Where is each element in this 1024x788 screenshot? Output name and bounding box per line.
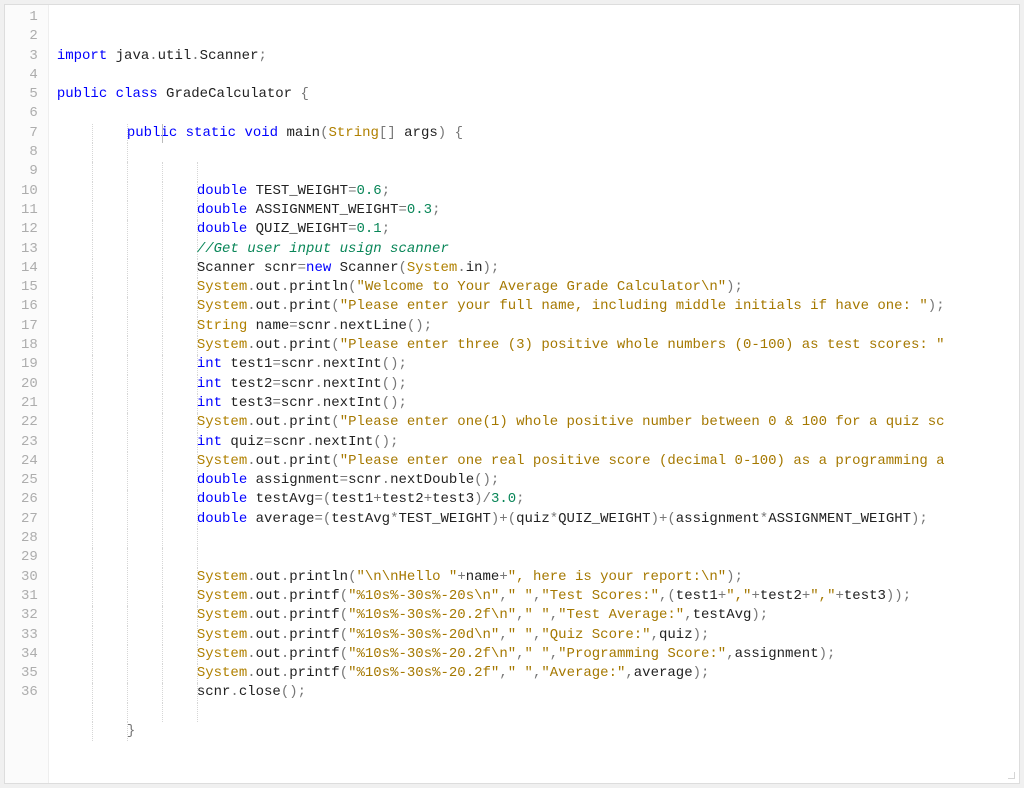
- code-line[interactable]: import java.util.Scanner;: [57, 47, 1019, 66]
- code-line[interactable]: System.out.print("Please enter one real …: [57, 452, 1019, 471]
- code-line[interactable]: System.out.printf("%10s%-30s%-20.2f\n","…: [57, 606, 1019, 625]
- code-line[interactable]: [57, 548, 1019, 567]
- line-number-gutter: 1 2 3 4 5 6 7 8 9 10 11 12 13 14 15 16 1…: [5, 5, 49, 783]
- code-line[interactable]: [57, 703, 1019, 722]
- code-line[interactable]: [57, 162, 1019, 181]
- code-line[interactable]: //Get user input usign scanner: [57, 240, 1019, 259]
- code-line[interactable]: [57, 66, 1019, 85]
- code-line[interactable]: int test2=scnr.nextInt();: [57, 375, 1019, 394]
- code-line[interactable]: String name=scnr.nextLine();: [57, 317, 1019, 336]
- resize-handle[interactable]: [1005, 769, 1015, 779]
- code-line[interactable]: System.out.printf("%10s%-30s%-20d\n"," "…: [57, 626, 1019, 645]
- code-line[interactable]: [57, 143, 1019, 162]
- code-line[interactable]: [57, 529, 1019, 548]
- code-line[interactable]: double testAvg=(test1+test2+test3)/3.0;: [57, 490, 1019, 509]
- code-line[interactable]: System.out.printf("%10s%-30s%-20.2f"," "…: [57, 664, 1019, 683]
- code-line[interactable]: double ASSIGNMENT_WEIGHT=0.3;: [57, 201, 1019, 220]
- code-line[interactable]: System.out.printf("%10s%-30s%-20s\n"," "…: [57, 587, 1019, 606]
- code-line[interactable]: double assignment=scnr.nextDouble();: [57, 471, 1019, 490]
- code-line[interactable]: double average=(testAvg*TEST_WEIGHT)+(qu…: [57, 510, 1019, 529]
- code-line[interactable]: System.out.print("Please enter one(1) wh…: [57, 413, 1019, 432]
- code-line[interactable]: scnr.close();: [57, 683, 1019, 702]
- code-editor[interactable]: 1 2 3 4 5 6 7 8 9 10 11 12 13 14 15 16 1…: [4, 4, 1020, 784]
- code-line[interactable]: System.out.print("Please enter three (3)…: [57, 336, 1019, 355]
- code-line[interactable]: Scanner scnr=new Scanner(System.in);: [57, 259, 1019, 278]
- code-line[interactable]: public static void main(String[] args) {: [57, 124, 1019, 143]
- code-line[interactable]: System.out.println("Welcome to Your Aver…: [57, 278, 1019, 297]
- code-line[interactable]: }: [57, 722, 1019, 741]
- code-line[interactable]: int quiz=scnr.nextInt();: [57, 433, 1019, 452]
- code-line[interactable]: int test3=scnr.nextInt();: [57, 394, 1019, 413]
- code-line[interactable]: [57, 104, 1019, 123]
- code-line[interactable]: double TEST_WEIGHT=0.6;: [57, 182, 1019, 201]
- code-line[interactable]: System.out.printf("%10s%-30s%-20.2f\n","…: [57, 645, 1019, 664]
- code-line[interactable]: public class GradeCalculator {: [57, 85, 1019, 104]
- code-line[interactable]: double QUIZ_WEIGHT=0.1;: [57, 220, 1019, 239]
- code-area[interactable]: import java.util.Scanner; public class G…: [49, 5, 1019, 783]
- code-line[interactable]: System.out.println("\n\nHello "+name+", …: [57, 568, 1019, 587]
- code-line[interactable]: System.out.print("Please enter your full…: [57, 297, 1019, 316]
- code-line[interactable]: int test1=scnr.nextInt();: [57, 355, 1019, 374]
